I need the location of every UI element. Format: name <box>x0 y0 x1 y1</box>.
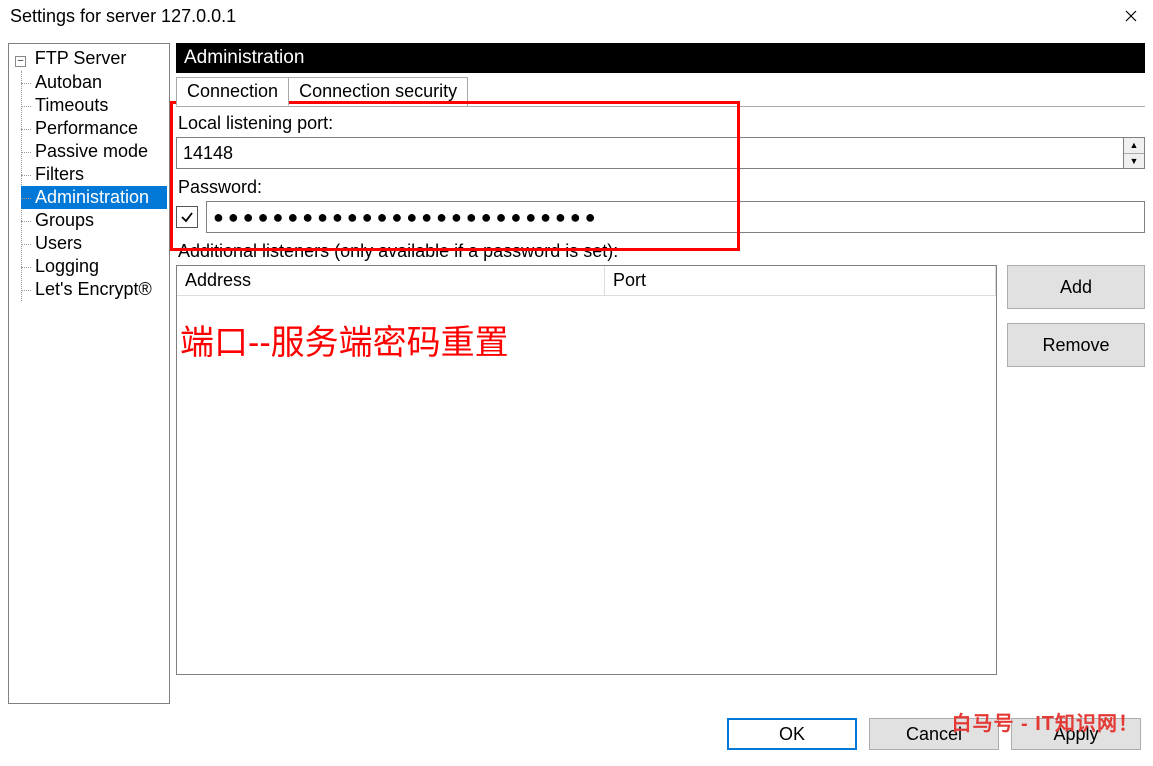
tree-item-logging[interactable]: Logging <box>21 255 167 278</box>
tree-item-let-s-encrypt-[interactable]: Let's Encrypt® <box>21 278 167 301</box>
tree-collapse-icon[interactable]: − <box>15 56 26 67</box>
tab-connection[interactable]: Connection <box>176 77 289 106</box>
password-enable-checkbox[interactable] <box>176 206 198 228</box>
tree-item-performance[interactable]: Performance <box>21 117 167 140</box>
tree-item-groups[interactable]: Groups <box>21 209 167 232</box>
tab-connection-security[interactable]: Connection security <box>288 77 468 106</box>
tree-root[interactable]: − FTP Server <box>11 48 167 69</box>
titlebar: Settings for server 127.0.0.1 <box>0 0 1153 32</box>
port-label: Local listening port: <box>178 113 1145 134</box>
tree-item-label: Timeouts <box>35 95 108 115</box>
tree-item-label: Groups <box>35 210 94 230</box>
tree-item-users[interactable]: Users <box>21 232 167 255</box>
close-button[interactable] <box>1115 0 1147 32</box>
port-spinner: ▲ ▼ <box>1124 137 1145 169</box>
tree-item-label: Filters <box>35 164 84 184</box>
apply-button[interactable]: Apply <box>1011 718 1141 750</box>
tree-item-label: Passive mode <box>35 141 148 161</box>
tree-item-autoban[interactable]: Autoban <box>21 71 167 94</box>
tree-item-filters[interactable]: Filters <box>21 163 167 186</box>
add-listener-button[interactable]: Add <box>1007 265 1145 309</box>
listeners-col-address[interactable]: Address <box>177 266 605 296</box>
check-icon <box>180 210 194 224</box>
section-header: Administration <box>176 43 1145 73</box>
settings-tree[interactable]: − FTP Server Autoban Timeouts Performance P… <box>8 43 170 704</box>
tree-item-label: Users <box>35 233 82 253</box>
tree-root-label: FTP Server <box>35 48 127 68</box>
tree-item-label: Let's Encrypt® <box>35 279 152 299</box>
tree-item-administration[interactable]: Administration <box>21 186 167 209</box>
window-title: Settings for server 127.0.0.1 <box>10 6 236 27</box>
tree-item-label: Performance <box>35 118 138 138</box>
ok-button[interactable]: OK <box>727 718 857 750</box>
port-spin-up[interactable]: ▲ <box>1124 138 1144 154</box>
tree-item-label: Autoban <box>35 72 102 92</box>
password-input[interactable] <box>206 201 1145 233</box>
tree-item-timeouts[interactable]: Timeouts <box>21 94 167 117</box>
remove-listener-button[interactable]: Remove <box>1007 323 1145 367</box>
tree-item-passive-mode[interactable]: Passive mode <box>21 140 167 163</box>
tree-item-label: Administration <box>35 187 149 207</box>
close-icon <box>1125 10 1137 22</box>
port-spin-down[interactable]: ▼ <box>1124 154 1144 169</box>
port-input[interactable] <box>176 137 1124 169</box>
listeners-col-port[interactable]: Port <box>605 266 996 296</box>
password-label: Password: <box>178 177 1145 198</box>
cancel-button[interactable]: Cancel <box>869 718 999 750</box>
listeners-label: Additional listeners (only available if … <box>178 241 1145 262</box>
tree-item-label: Logging <box>35 256 99 276</box>
listeners-table[interactable]: Address Port <box>176 265 997 675</box>
